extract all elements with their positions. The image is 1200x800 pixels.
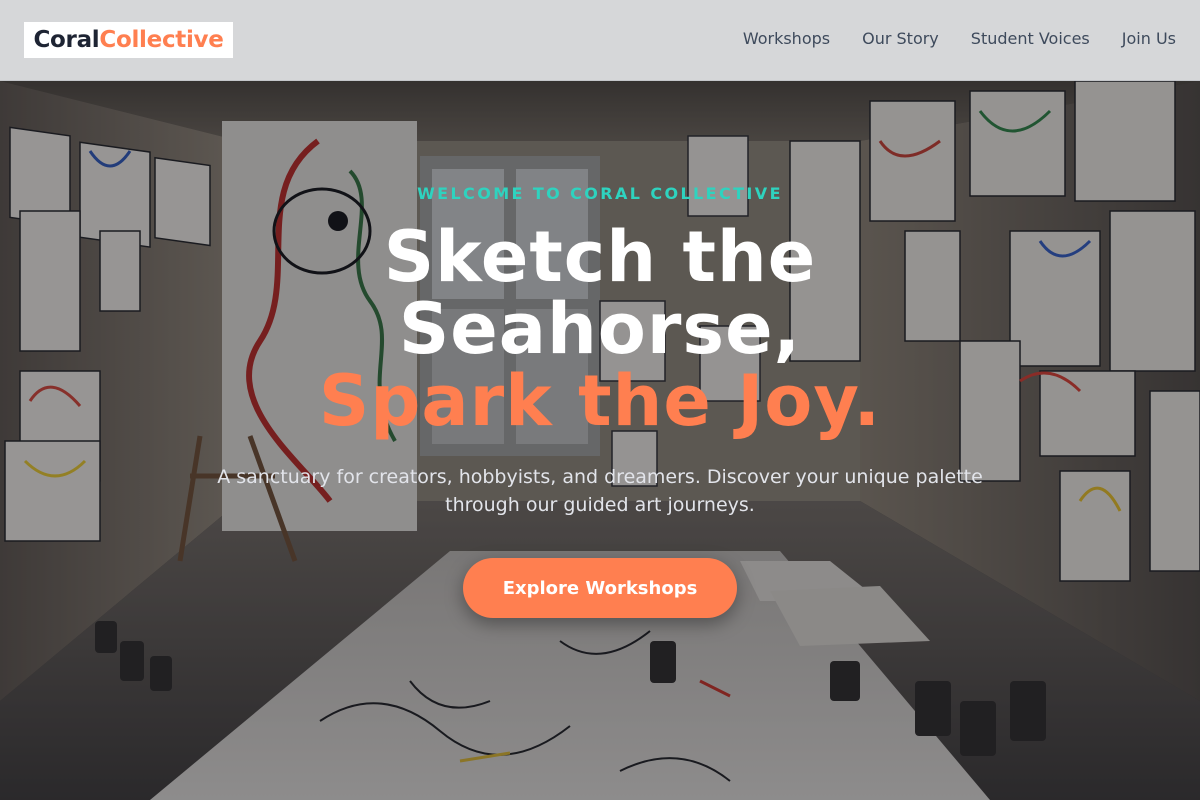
hero-content: WELCOME TO CORAL COLLECTIVE Sketch the S… — [0, 81, 1200, 800]
hero-subtitle: A sanctuary for creators, hobbyists, and… — [217, 466, 983, 516]
nav-our-story-link[interactable]: Our Story — [862, 29, 939, 48]
nav-join-us-link[interactable]: Join Us — [1122, 29, 1176, 48]
nav-student-voices-link[interactable]: Student Voices — [971, 29, 1090, 48]
headline-line-1: Sketch the — [383, 216, 817, 298]
brand-logo[interactable]: Coral Collective — [24, 22, 233, 58]
headline-accent-line: Spark the Joy. — [318, 360, 882, 442]
hero-headline: Sketch the Seahorse, Spark the Joy. — [0, 221, 1200, 437]
site-header: Coral Collective Workshops Our Story Stud… — [0, 0, 1200, 81]
hero-eyebrow: WELCOME TO CORAL COLLECTIVE — [417, 184, 783, 203]
explore-workshops-button[interactable]: Explore Workshops — [463, 558, 737, 618]
brand-name-part1: Coral — [33, 27, 100, 53]
brand-name-part2: Collective — [99, 27, 224, 53]
headline-line-2: Seahorse, — [398, 288, 802, 370]
main-nav: Workshops Our Story Student Voices Join … — [743, 29, 1176, 48]
nav-workshops-link[interactable]: Workshops — [743, 29, 830, 48]
